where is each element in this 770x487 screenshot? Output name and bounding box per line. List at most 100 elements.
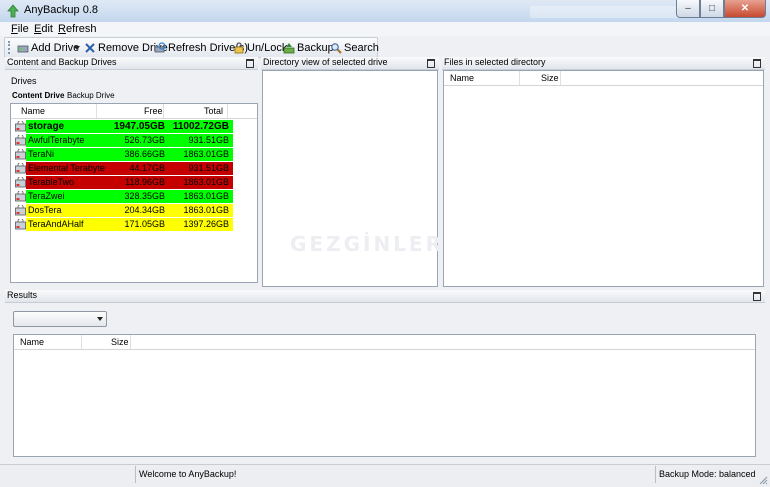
- results-panel: Results Name Size: [5, 290, 765, 462]
- menu-edit-label: dit: [41, 23, 53, 35]
- close-icon: ✕: [740, 3, 750, 14]
- column-separator[interactable]: [227, 104, 228, 118]
- minimize-button[interactable]: –: [676, 0, 700, 18]
- column-separator[interactable]: [560, 71, 561, 85]
- drive-row[interactable]: storage 1947.05GB 11002.72GB: [15, 120, 233, 133]
- menu-refresh-label: efresh: [65, 23, 97, 35]
- files-list[interactable]: Name Size: [443, 70, 764, 287]
- drive-name-cell: Elemental Terabyte: [28, 163, 105, 173]
- drive-free-cell: 1947.05GB: [113, 121, 165, 132]
- drive-free-cell: 328.35GB: [124, 191, 165, 201]
- search-button[interactable]: Search: [330, 40, 379, 55]
- column-separator[interactable]: [81, 335, 82, 349]
- minimize-icon: –: [685, 3, 691, 14]
- unlock-label: Un/Lock: [247, 41, 288, 54]
- drive-icon: [15, 163, 26, 174]
- chevron-down-icon: [97, 317, 103, 321]
- drive-free-cell: 386.66GB: [124, 149, 165, 159]
- unlock-button[interactable]: Un/Lock: [233, 40, 287, 55]
- results-list[interactable]: Name Size: [13, 334, 756, 457]
- drive-icon: [15, 177, 26, 188]
- menu-file[interactable]: File: [11, 23, 29, 35]
- app-window: AnyBackup 0.8 – □ ✕ File Edit Refresh Ad…: [0, 0, 770, 487]
- backup-button[interactable]: Backup: [283, 40, 334, 55]
- drive-row[interactable]: DosTera 204.34GB 1863.01GB: [15, 204, 233, 217]
- menu-bar: File Edit Refresh: [0, 22, 770, 36]
- results-dropdown[interactable]: [13, 311, 107, 327]
- drive-free-cell: 171.05GB: [124, 219, 165, 229]
- drive-total-cell: 931.51GB: [188, 135, 229, 145]
- maximize-button[interactable]: □: [700, 0, 724, 18]
- status-message: Welcome to AnyBackup!: [139, 469, 237, 479]
- maximize-pane-icon[interactable]: [427, 59, 435, 68]
- column-separator[interactable]: [130, 335, 131, 349]
- drive-row[interactable]: TerableTwo 118.96GB 1863.01GB: [15, 176, 233, 189]
- drive-free-cell: 44.17GB: [129, 163, 165, 173]
- drive-name-cell: TeraZwei: [28, 191, 65, 201]
- drives-list[interactable]: Name Free Total storage 1947.05GB 11002.72…: [10, 103, 258, 283]
- column-header-free[interactable]: Free: [144, 106, 163, 116]
- menu-edit[interactable]: Edit: [34, 23, 53, 35]
- drive-row[interactable]: TeraNi 386.66GB 1863.01GB: [15, 148, 233, 161]
- drive-row[interactable]: AwfulTerabyte 526.73GB 931.51GB: [15, 134, 233, 147]
- title-bar: AnyBackup 0.8 – □ ✕: [0, 0, 770, 23]
- drives-list-header: Name Free Total: [11, 104, 257, 119]
- column-header-name[interactable]: Name: [450, 73, 474, 83]
- drive-free-cell: 204.34GB: [124, 205, 165, 215]
- maximize-pane-icon[interactable]: [753, 292, 761, 301]
- backup-label: Backup: [297, 41, 334, 54]
- drive-name-cell: AwfulTerabyte: [28, 135, 85, 145]
- drive-icon: [15, 219, 26, 230]
- drive-row[interactable]: TeraZwei 328.35GB 1863.01GB: [15, 190, 233, 203]
- backup-mode-status: Backup Mode: balanced: [659, 469, 756, 479]
- close-button[interactable]: ✕: [724, 0, 766, 18]
- drive-row[interactable]: Elemental Terabyte 44.17GB 931.51GB: [15, 162, 233, 175]
- tab-backup-drive[interactable]: Backup Drive: [67, 91, 115, 100]
- drive-total-cell: 1397.26GB: [183, 219, 229, 229]
- drive-name-cell: DosTera: [28, 205, 62, 215]
- drive-icon: [15, 121, 26, 132]
- window-title: AnyBackup 0.8: [24, 4, 98, 16]
- menu-file-accel: F: [11, 23, 18, 35]
- drive-row[interactable]: TeraAndAHalf 171.05GB 1397.26GB: [15, 218, 233, 231]
- column-header-name[interactable]: Name: [20, 337, 44, 347]
- column-separator[interactable]: [96, 104, 97, 118]
- column-header-size[interactable]: Size: [541, 73, 559, 83]
- column-header-name[interactable]: Name: [21, 106, 45, 116]
- column-header-total[interactable]: Total: [204, 106, 223, 116]
- add-drive-label: Add Drive: [31, 41, 80, 54]
- tab-content-drive[interactable]: Content Drive: [12, 91, 64, 100]
- directory-panel-title: Directory view of selected drive: [263, 57, 388, 67]
- resize-grip-icon[interactable]: [758, 475, 768, 485]
- window-controls: – □ ✕: [676, 0, 766, 18]
- column-header-size[interactable]: Size: [111, 337, 129, 347]
- maximize-pane-icon[interactable]: [246, 59, 254, 68]
- drive-icon: [15, 135, 26, 146]
- drives-panel: Content and Backup Drives Drives Content…: [5, 57, 258, 288]
- drive-icon: [15, 149, 26, 160]
- column-separator[interactable]: [163, 104, 164, 118]
- drives-panel-header: Content and Backup Drives: [5, 57, 258, 70]
- drive-total-cell: 1863.01GB: [183, 177, 229, 187]
- search-icon: [331, 42, 342, 54]
- menu-refresh[interactable]: Refresh: [58, 23, 97, 35]
- directory-panel-header: Directory view of selected drive: [261, 57, 439, 70]
- watermark-logo: GEZGİNLER: [290, 232, 444, 256]
- add-drive-button[interactable]: Add Drive: [17, 40, 79, 55]
- toolbar: Add Drive Remove Drive Refresh Drive(s) …: [4, 37, 379, 58]
- lock-icon: [234, 41, 244, 53]
- files-panel-header: Files in selected directory: [442, 57, 765, 70]
- add-drive-icon: [17, 45, 29, 52]
- results-list-header: Name Size: [14, 335, 755, 350]
- drive-name-cell: TeraAndAHalf: [28, 219, 84, 229]
- toolbar-grip[interactable]: [8, 41, 12, 54]
- backup-icon: [283, 42, 295, 53]
- add-drive-dropdown-button[interactable]: [74, 40, 80, 55]
- maximize-pane-icon[interactable]: [753, 59, 761, 68]
- files-list-header: Name Size: [444, 71, 763, 86]
- remove-x-icon: [85, 42, 95, 53]
- dropdown-arrow-icon: [74, 45, 80, 50]
- menu-refresh-accel: R: [58, 23, 66, 35]
- column-separator[interactable]: [519, 71, 520, 85]
- menu-file-label: ile: [17, 23, 29, 35]
